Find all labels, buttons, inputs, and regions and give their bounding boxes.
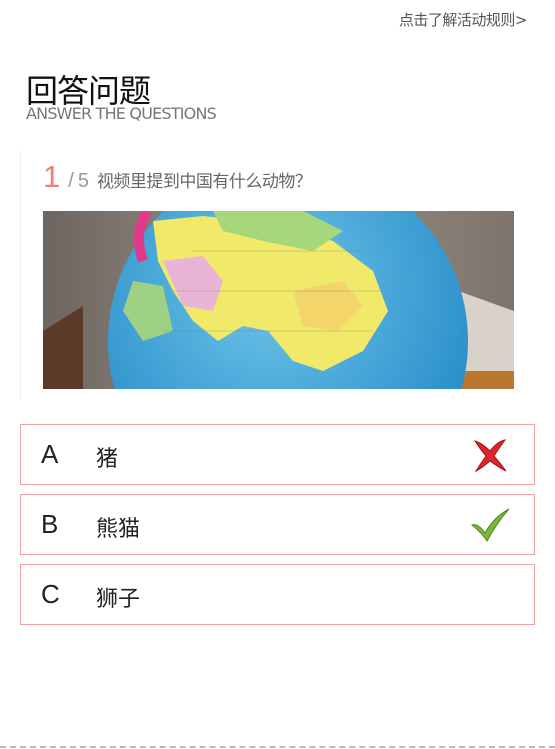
option-letter: B (41, 509, 59, 539)
question-image (43, 211, 514, 389)
activity-rules-link[interactable]: 点击了解活动规则> (399, 9, 528, 30)
option-text: 猪 (96, 447, 119, 472)
question-separator: / (68, 170, 74, 192)
option-a[interactable]: A 猪 (20, 424, 535, 485)
option-letter: C (41, 579, 60, 609)
page-subtitle: ANSWER THE QUESTIONS (26, 104, 217, 123)
question-number: 1 (43, 159, 61, 194)
option-b[interactable]: B 熊猫 (20, 494, 535, 555)
option-text: 熊猫 (96, 517, 141, 542)
question-text: 视频里提到中国有什么动物？ (96, 172, 312, 192)
option-letter: A (41, 439, 59, 469)
question-card: 1 / 5 视频里提到中国有什么动物？ (20, 151, 521, 400)
globe-photo (43, 211, 514, 389)
check-icon (470, 508, 510, 542)
question-header: 1 / 5 视频里提到中国有什么动物？ (43, 159, 312, 195)
option-c[interactable]: C 狮子 (20, 564, 535, 625)
bottom-divider (0, 746, 555, 748)
option-text: 狮子 (96, 587, 141, 612)
question-total: 5 (77, 170, 89, 192)
cross-icon (473, 439, 507, 473)
